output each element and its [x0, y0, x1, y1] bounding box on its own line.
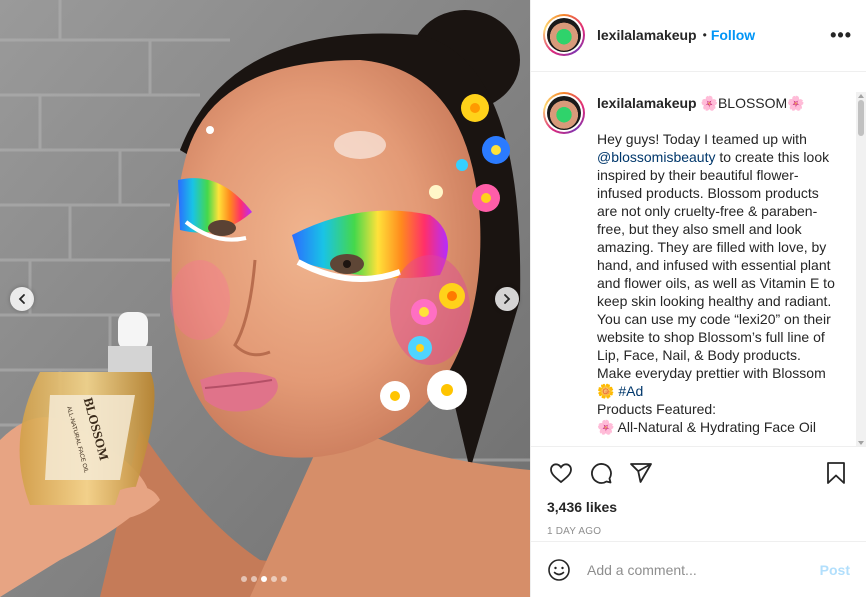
hashtag-link[interactable]: #Ad — [618, 383, 643, 399]
post-media[interactable]: BLOSSOM ALL-NATURAL FACE OIL — [0, 0, 530, 597]
like-button[interactable] — [547, 459, 575, 487]
scroll-down-icon[interactable] — [858, 440, 864, 445]
likes-count[interactable]: 3,436 likes — [547, 499, 850, 515]
caption-body: lexilalamakeup 🌸BLOSSOM🌸 Hey guys! Today… — [597, 92, 837, 436]
heart-icon — [550, 462, 572, 483]
save-button[interactable] — [822, 459, 850, 487]
caption-title: 🌸BLOSSOM🌸 — [700, 94, 805, 111]
instagram-post: BLOSSOM ALL-NATURAL FACE OIL lexilalamak… — [0, 0, 866, 597]
caption-text-part: to create this look inspired by their be… — [597, 148, 835, 399]
carousel-dot — [241, 576, 247, 582]
caption-text-part: Hey guys! Today I teamed up with — [597, 130, 807, 147]
carousel-indicator — [241, 576, 287, 582]
carousel-prev-button[interactable] — [10, 287, 34, 311]
avatar-image — [547, 95, 581, 130]
bookmark-icon — [827, 461, 845, 484]
emoji-icon — [548, 558, 570, 581]
emoji-button[interactable] — [547, 558, 571, 582]
action-bar — [547, 447, 850, 499]
post-comment-button[interactable]: Post — [820, 562, 850, 578]
comments-section[interactable]: lexilalamakeup 🌸BLOSSOM🌸 Hey guys! Today… — [531, 72, 866, 446]
avatar-image — [547, 18, 581, 53]
carousel-dot-active — [261, 576, 267, 582]
scroll-up-icon[interactable] — [858, 93, 864, 98]
actions-area: 3,436 likes 1 DAY AGO — [531, 445, 866, 542]
carousel-dot — [251, 576, 257, 582]
caption-head: lexilalamakeup 🌸BLOSSOM🌸 — [597, 94, 837, 112]
post-header: lexilalamakeup • Follow ••• — [531, 0, 866, 72]
chevron-left-icon — [18, 294, 25, 304]
caption-text: Hey guys! Today I teamed up with @blosso… — [597, 130, 837, 436]
comment-box: Post — [531, 541, 866, 597]
avatar[interactable] — [543, 14, 585, 57]
chevron-right-icon — [504, 294, 511, 304]
comment-button[interactable] — [587, 459, 615, 487]
header-separator: • — [702, 28, 707, 43]
products-heading: Products Featured: — [597, 400, 717, 417]
carousel-dot — [271, 576, 277, 582]
comment-input[interactable] — [587, 561, 820, 578]
comments-scrollbar[interactable] — [856, 91, 866, 446]
product-first: 🌸 All-Natural & Hydrating Face Oil — [597, 418, 816, 435]
post-timestamp[interactable]: 1 DAY AGO — [547, 526, 850, 537]
comment-icon — [591, 462, 612, 484]
post-sidebar: lexilalamakeup • Follow ••• lexilalamake… — [530, 0, 866, 597]
carousel-dot — [281, 576, 287, 582]
share-button[interactable] — [627, 459, 655, 487]
caption-avatar[interactable] — [543, 91, 585, 134]
scrollbar-thumb[interactable] — [858, 99, 864, 136]
caption-username[interactable]: lexilalamakeup — [597, 95, 697, 111]
follow-button[interactable]: Follow — [711, 27, 755, 43]
post-photo: BLOSSOM ALL-NATURAL FACE OIL — [0, 0, 530, 597]
carousel-next-button[interactable] — [495, 287, 519, 311]
caption-row: lexilalamakeup 🌸BLOSSOM🌸 Hey guys! Today… — [543, 91, 850, 436]
share-icon — [630, 462, 652, 483]
header-username[interactable]: lexilalamakeup — [597, 27, 697, 43]
mention-link[interactable]: @blossomisbeauty — [597, 149, 716, 165]
more-options-icon[interactable]: ••• — [830, 26, 852, 44]
